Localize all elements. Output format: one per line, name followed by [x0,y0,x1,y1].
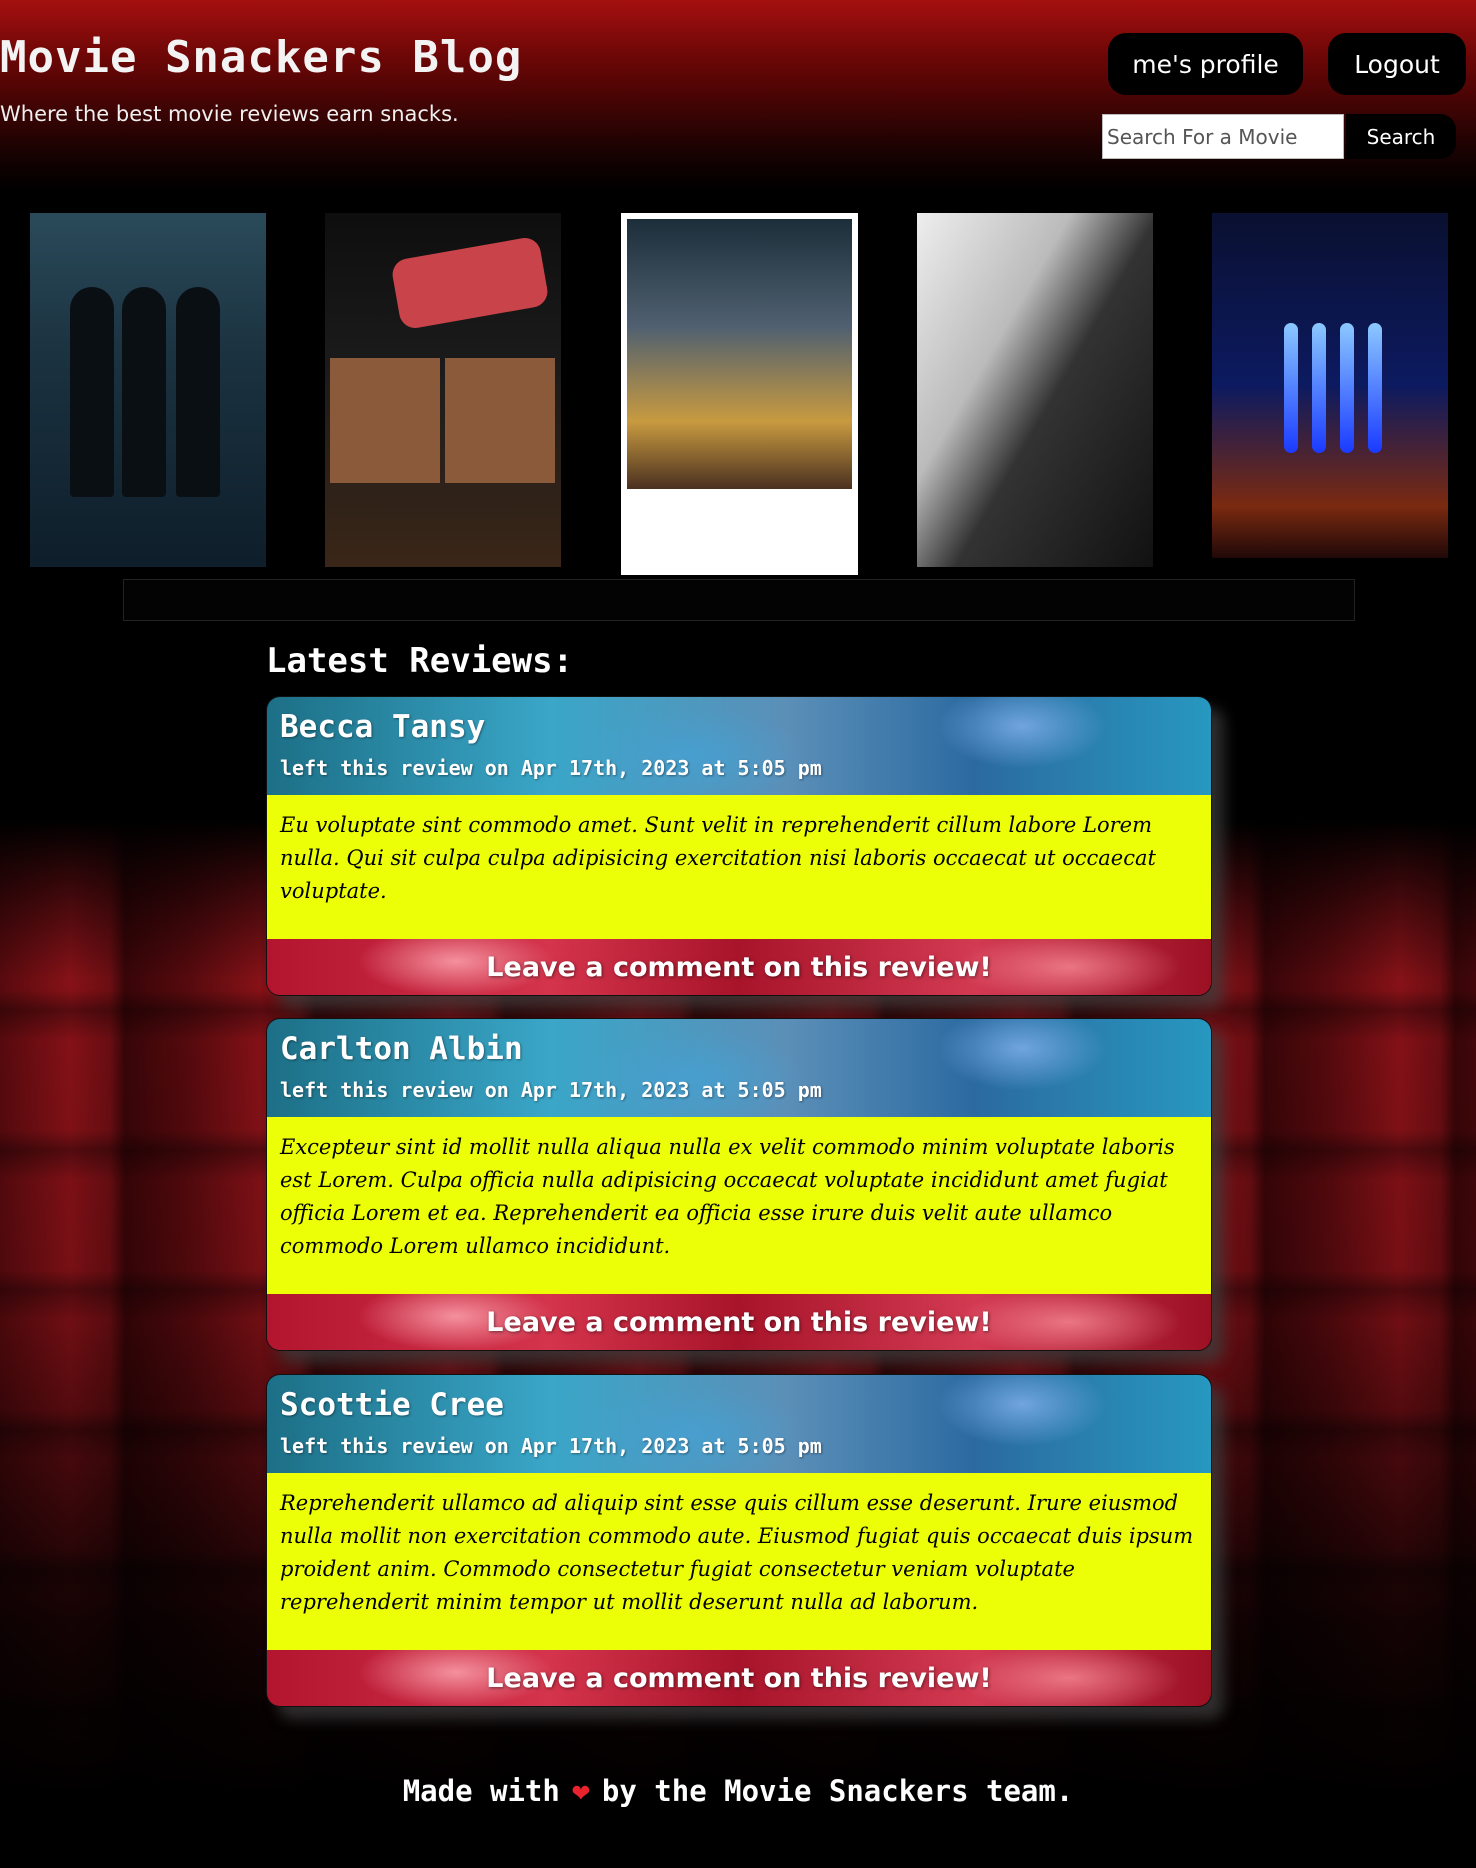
review-card: Becca Tansy left this review on Apr 17th… [266,696,1212,996]
poster-beam [1340,323,1354,453]
poster-art [627,219,852,489]
poster-beam [1368,323,1382,453]
poster-beam [1312,323,1326,453]
review-card-header: Scottie Cree left this review on Apr 17t… [267,1375,1211,1473]
comment-link-label: Leave a comment on this review! [486,1306,992,1338]
reviews-heading: Latest Reviews: [266,641,574,681]
poster-figure [122,287,166,497]
poster-face [445,358,555,483]
site-footer: Made with ❤ by the Movie Snackers team. [0,1774,1476,1809]
comment-link[interactable]: Leave a comment on this review! [267,1294,1211,1350]
heart-icon: ❤ [571,1774,590,1809]
review-date: left this review on Apr 17th, 2023 at 5:… [280,1078,822,1102]
poster-matrix[interactable] [30,213,266,567]
poster-face [330,358,440,483]
profile-button[interactable]: me's profile [1108,33,1303,95]
divider-bar [123,579,1355,621]
poster-credits [627,489,852,569]
logout-button[interactable]: Logout [1328,33,1466,95]
footer-prefix: Made with [402,1774,560,1808]
review-date: left this review on Apr 17th, 2023 at 5:… [280,756,822,780]
poster-beam [1284,323,1298,453]
poster-fight-club[interactable] [325,213,561,567]
review-card-header: Becca Tansy left this review on Apr 17th… [267,697,1211,795]
search-button[interactable]: Search [1346,114,1456,159]
search-input[interactable] [1102,114,1344,159]
comment-link-label: Leave a comment on this review! [486,1662,992,1694]
review-card: Scottie Cree left this review on Apr 17t… [266,1374,1212,1707]
poster-soap [390,235,550,331]
poster-fifth-element[interactable] [1212,213,1448,558]
poster-star-wars[interactable] [621,213,858,575]
poster-fast-furious[interactable] [917,213,1153,567]
footer-suffix: by the Movie Snackers team. [601,1774,1074,1808]
review-body: Reprehenderit ullamco ad aliquip sint es… [267,1473,1211,1650]
review-date: left this review on Apr 17th, 2023 at 5:… [280,1434,822,1458]
review-author: Scottie Cree [280,1387,504,1423]
poster-figure [70,287,114,497]
comment-link[interactable]: Leave a comment on this review! [267,1650,1211,1706]
comment-link[interactable]: Leave a comment on this review! [267,939,1211,995]
poster-figure [176,287,220,497]
review-body: Excepteur sint id mollit nulla aliqua nu… [267,1117,1211,1294]
comment-link-label: Leave a comment on this review! [486,951,992,983]
review-author: Carlton Albin [280,1031,523,1067]
site-tagline: Where the best movie reviews earn snacks… [0,102,459,126]
review-card-header: Carlton Albin left this review on Apr 17… [267,1019,1211,1117]
review-card: Carlton Albin left this review on Apr 17… [266,1018,1212,1351]
site-title: Movie Snackers Blog [0,32,523,83]
review-body: Eu voluptate sint commodo amet. Sunt vel… [267,795,1211,939]
review-author: Becca Tansy [280,709,486,745]
